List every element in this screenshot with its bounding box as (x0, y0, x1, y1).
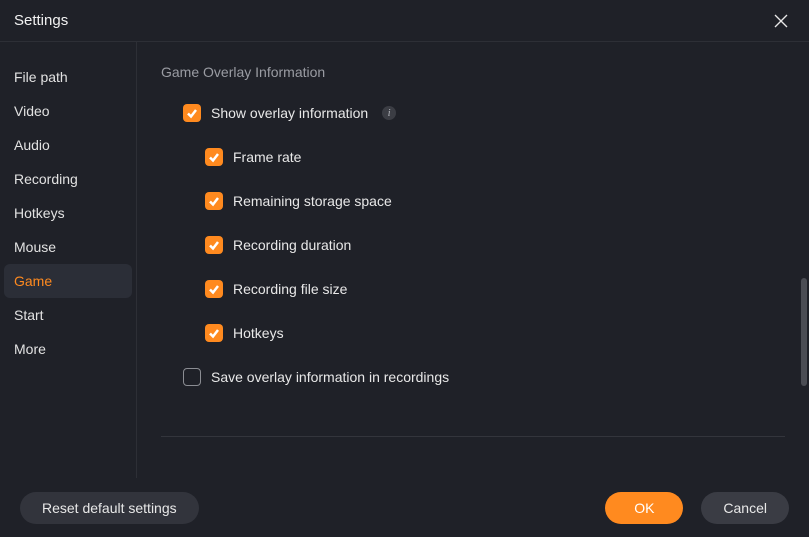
main-scroll: Game Overlay Information Show overlay in… (161, 64, 785, 478)
footer-right: OK Cancel (605, 492, 789, 524)
main-panel: Game Overlay Information Show overlay in… (137, 42, 809, 478)
checkbox-label: Recording duration (233, 237, 351, 253)
sidebar-item-game[interactable]: Game (4, 264, 132, 298)
sidebar: File path Video Audio Recording Hotkeys … (0, 42, 137, 478)
check-icon (208, 239, 220, 251)
option-recording-duration: Recording duration (205, 236, 785, 254)
checkbox-label: Save overlay information in recordings (211, 369, 449, 385)
checkbox-label: Hotkeys (233, 325, 284, 341)
divider (161, 436, 785, 437)
sidebar-item-label: File path (14, 69, 68, 85)
check-icon (208, 195, 220, 207)
checkbox-hotkeys[interactable] (205, 324, 223, 342)
option-save-overlay: Save overlay information in recordings (183, 368, 785, 386)
sidebar-item-label: Audio (14, 137, 50, 153)
close-button[interactable] (771, 11, 791, 31)
body-area: File path Video Audio Recording Hotkeys … (0, 42, 809, 478)
checkbox-label: Recording file size (233, 281, 347, 297)
checkbox-remaining-storage[interactable] (205, 192, 223, 210)
sidebar-item-label: Mouse (14, 239, 56, 255)
sidebar-item-label: Recording (14, 171, 78, 187)
checkbox-show-overlay[interactable] (183, 104, 201, 122)
sidebar-item-audio[interactable]: Audio (4, 128, 132, 162)
sidebar-item-file-path[interactable]: File path (4, 60, 132, 94)
checkbox-label: Remaining storage space (233, 193, 392, 209)
scrollbar-thumb[interactable] (801, 278, 807, 386)
sidebar-item-label: Game (14, 273, 52, 289)
sidebar-item-mouse[interactable]: Mouse (4, 230, 132, 264)
checkbox-save-overlay[interactable] (183, 368, 201, 386)
option-show-overlay: Show overlay information i (183, 104, 785, 122)
titlebar: Settings (0, 0, 809, 42)
sidebar-item-label: Start (14, 307, 44, 323)
checkbox-label: Show overlay information (211, 105, 368, 121)
section-title: Game Overlay Information (161, 64, 785, 80)
option-recording-file-size: Recording file size (205, 280, 785, 298)
sidebar-item-video[interactable]: Video (4, 94, 132, 128)
sidebar-item-start[interactable]: Start (4, 298, 132, 332)
reset-default-button[interactable]: Reset default settings (20, 492, 199, 524)
option-hotkeys: Hotkeys (205, 324, 785, 342)
check-icon (208, 151, 220, 163)
footer: Reset default settings OK Cancel (0, 478, 809, 537)
checkbox-recording-file-size[interactable] (205, 280, 223, 298)
check-icon (208, 283, 220, 295)
option-remaining-storage: Remaining storage space (205, 192, 785, 210)
sidebar-item-label: More (14, 341, 46, 357)
check-icon (186, 107, 198, 119)
window-title: Settings (14, 12, 68, 29)
sidebar-item-hotkeys[interactable]: Hotkeys (4, 196, 132, 230)
checkbox-recording-duration[interactable] (205, 236, 223, 254)
option-frame-rate: Frame rate (205, 148, 785, 166)
cancel-button[interactable]: Cancel (701, 492, 789, 524)
check-icon (208, 327, 220, 339)
close-icon (774, 14, 788, 28)
sidebar-item-more[interactable]: More (4, 332, 132, 366)
checkbox-frame-rate[interactable] (205, 148, 223, 166)
checkbox-label: Frame rate (233, 149, 301, 165)
sidebar-item-label: Hotkeys (14, 205, 65, 221)
sidebar-item-recording[interactable]: Recording (4, 162, 132, 196)
ok-button[interactable]: OK (605, 492, 683, 524)
sidebar-item-label: Video (14, 103, 50, 119)
info-icon[interactable]: i (382, 106, 396, 120)
